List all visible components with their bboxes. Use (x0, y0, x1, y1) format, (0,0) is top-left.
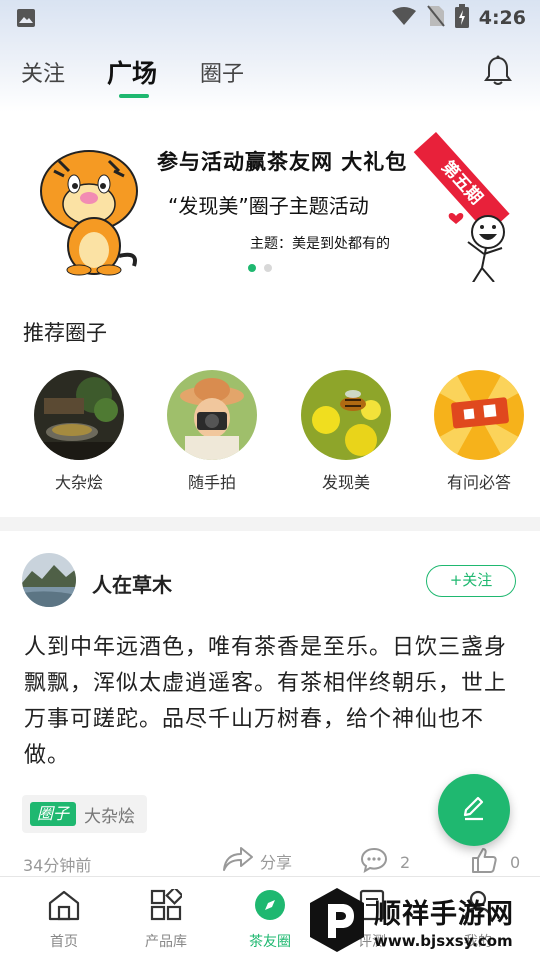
watermark: 顺祥手游网 www.bjsxsy.com (308, 880, 540, 960)
carousel-dots (248, 264, 272, 272)
recommended-title: 推荐圈子 (23, 321, 107, 345)
qa-badge-image (434, 370, 524, 460)
carousel-dot[interactable] (248, 264, 256, 272)
grid-icon (116, 887, 216, 923)
post-time: 34分钟前 (23, 856, 92, 875)
watermark-url: www.bjsxsy.com (374, 932, 513, 950)
home-icon (14, 887, 114, 923)
tab-square[interactable]: 广场 (107, 54, 157, 90)
banner-subtitle: “发现美”圈子主题活动 (168, 194, 369, 218)
nav-item-home[interactable]: 首页 (14, 887, 114, 951)
carousel-dot[interactable] (264, 264, 272, 272)
circle-label: 有问必答 (446, 473, 511, 492)
post-author[interactable]: 人在草木 (92, 569, 172, 598)
no-sim-icon (426, 5, 445, 31)
nav-label: 茶友圈 (249, 934, 291, 950)
nav-label: 产品库 (145, 934, 187, 950)
compass-icon (220, 887, 320, 923)
bell-icon[interactable] (484, 55, 512, 91)
battery-charging-icon (454, 4, 469, 32)
section-divider (0, 517, 540, 531)
comment-count: 2 (400, 852, 411, 872)
tag-name: 大杂烩 (84, 806, 136, 827)
nav-item-tea-friends[interactable]: 茶友圈 (220, 887, 320, 951)
watermark-logo (308, 886, 366, 958)
tiger-illustration (34, 146, 144, 280)
author-avatar[interactable] (22, 553, 76, 607)
thumbs-up-icon (470, 846, 498, 878)
banner-theme: 主题：美是到处都有的 (250, 236, 390, 252)
top-tabs: 关注 广场 圈子 (0, 50, 540, 100)
circle-badge: 圈子 (30, 802, 77, 826)
post-content[interactable]: 人到中年远酒色，唯有茶香是至乐。日饮三盏身飘飘，浑似太虚逍遥客。有茶相伴终朝乐，… (24, 630, 516, 774)
like-count: 0 (510, 852, 521, 872)
comment-icon (360, 846, 388, 878)
circle-item-qa[interactable]: 有问必答 (424, 370, 534, 493)
status-bar: 4:26 (0, 0, 540, 36)
comment-button[interactable]: 2 (360, 846, 410, 878)
wifi-icon (391, 6, 417, 30)
follow-button[interactable]: +关注 (426, 565, 516, 597)
active-tab-indicator (119, 94, 149, 98)
post-meta: 34分钟前 分享 2 0 (0, 846, 540, 876)
image-notification-icon (16, 8, 36, 32)
photographer-image (167, 370, 257, 460)
circle-label: 发现美 (321, 473, 370, 492)
tab-circles[interactable]: 圈子 (200, 56, 244, 88)
bee-flower-image (301, 370, 391, 460)
event-banner[interactable]: 参与活动赢茶友网 大礼包 “发现美”圈子主题活动 主题：美是到处都有的 第五期 (0, 112, 540, 282)
status-time: 4:26 (478, 7, 526, 29)
circle-item-snapshots[interactable]: 随手拍 (157, 370, 267, 493)
circle-label: 大杂烩 (54, 473, 103, 492)
watermark-text: 顺祥手游网 (374, 899, 514, 930)
banner-title: 参与活动赢茶友网 大礼包 (157, 150, 408, 174)
share-icon (222, 846, 254, 876)
circle-item-misc[interactable]: 大杂烩 (24, 370, 134, 493)
recommended-circles: 大杂烩 随手拍 发现美 有问必答 (0, 370, 540, 500)
like-button[interactable]: 0 (470, 846, 520, 878)
circle-item-discover-beauty[interactable]: 发现美 (291, 370, 401, 493)
share-label: 分享 (260, 853, 293, 872)
post-circle-tag[interactable]: 圈子 大杂烩 (22, 795, 148, 833)
share-button[interactable]: 分享 (222, 846, 292, 876)
stickman-illustration (446, 208, 516, 282)
nav-label: 首页 (50, 934, 78, 950)
tea-scene-image (34, 370, 124, 460)
nav-item-products[interactable]: 产品库 (116, 887, 216, 951)
header: 4:26 关注 广场 圈子 (0, 0, 540, 112)
pencil-icon (460, 794, 488, 826)
compose-post-button[interactable] (438, 774, 510, 846)
circle-label: 随手拍 (187, 473, 236, 492)
tab-follow[interactable]: 关注 (21, 56, 65, 88)
